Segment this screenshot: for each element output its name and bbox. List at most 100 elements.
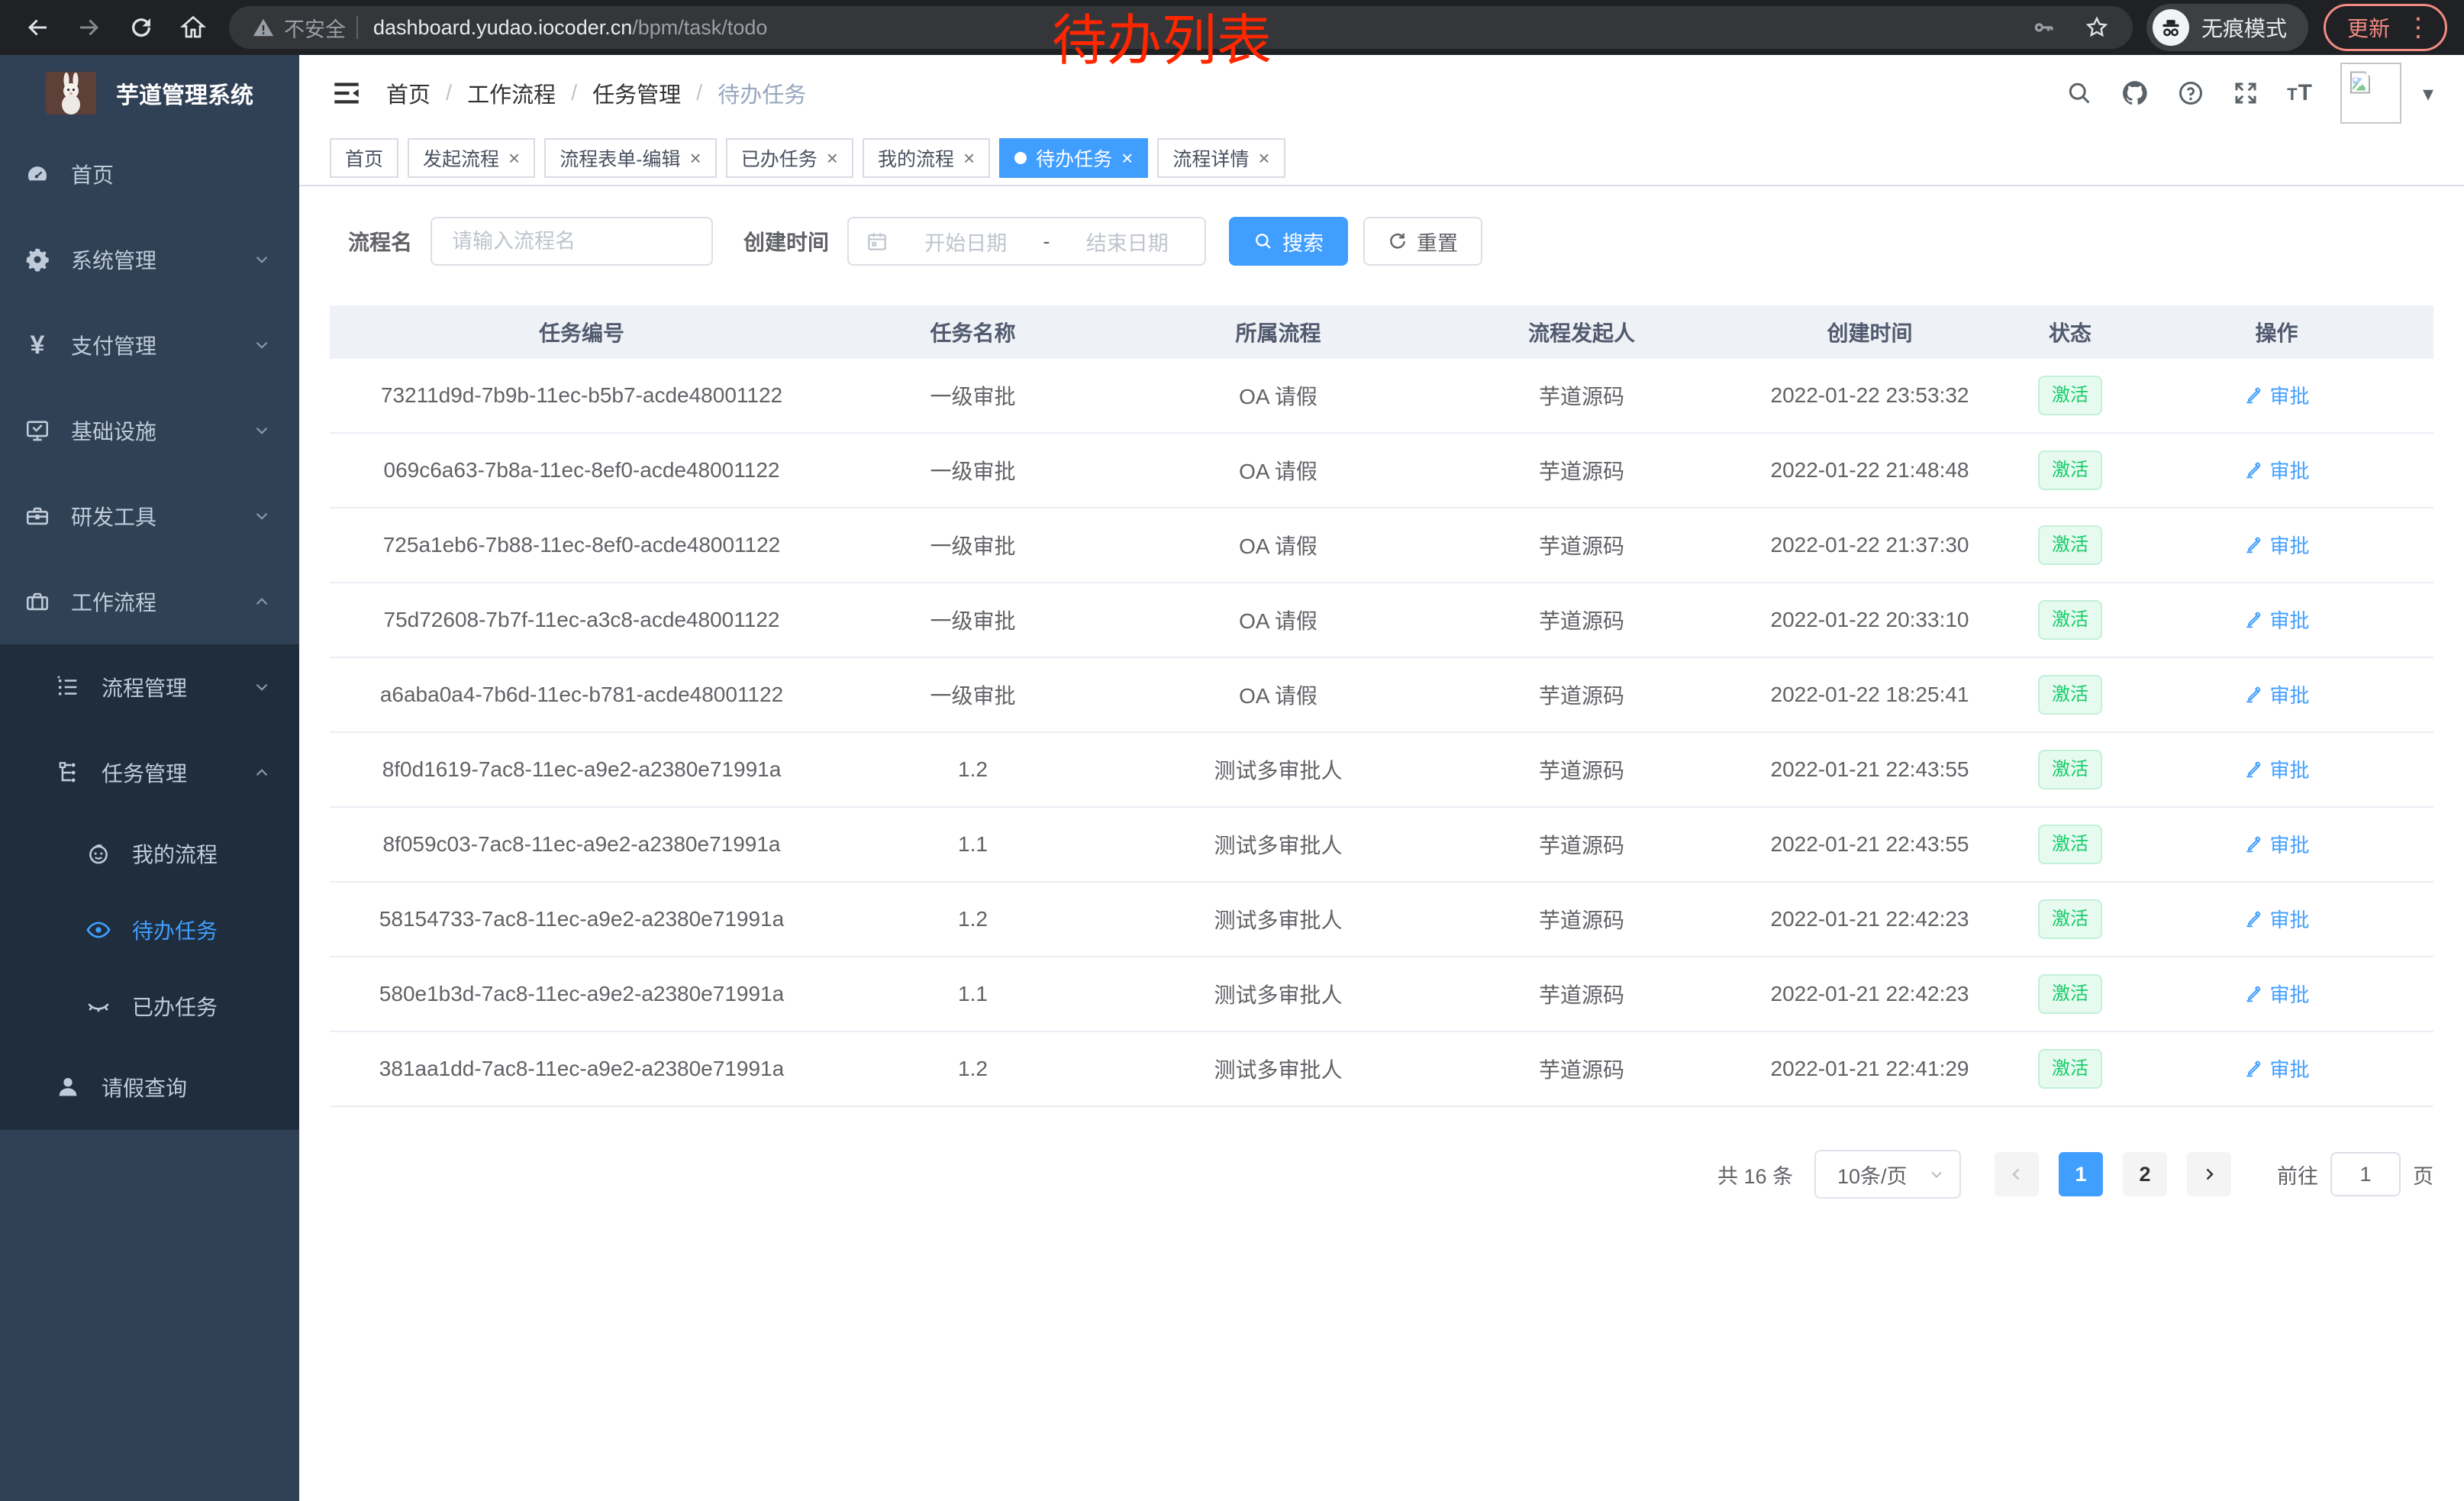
breadcrumb-task-management[interactable]: 任务管理	[592, 77, 681, 109]
next-page-button[interactable]	[2187, 1152, 2231, 1196]
cell-status: 激活	[2021, 675, 2120, 715]
github-icon[interactable]	[2121, 79, 2150, 108]
tab-start-process[interactable]: 发起流程×	[408, 138, 535, 178]
edit-pencil-icon	[2243, 759, 2263, 779]
chrome-update-button[interactable]: 更新 ⋮	[2324, 4, 2447, 51]
approve-link[interactable]: 审批	[2243, 680, 2309, 709]
tab-close-icon[interactable]: ×	[827, 148, 838, 168]
start-date-placeholder: 开始日期	[905, 227, 1027, 257]
key-icon[interactable]	[2032, 15, 2056, 40]
status-badge: 激活	[2038, 1049, 2102, 1089]
search-icon[interactable]	[2066, 79, 2093, 107]
page-button-1[interactable]: 1	[2059, 1152, 2103, 1196]
cell-task-name: 1.1	[834, 982, 1112, 1006]
approve-link[interactable]: 审批	[2243, 980, 2309, 1008]
date-range-picker[interactable]: 开始日期 - 结束日期	[847, 217, 1206, 266]
edit-pencil-icon	[2243, 534, 2263, 554]
sidebar-item-todo-tasks[interactable]: 待办任务	[0, 892, 299, 968]
edit-pencil-icon	[2243, 460, 2263, 479]
sidebar-collapse-icon[interactable]	[330, 76, 363, 110]
sidebar-item-my-process[interactable]: 我的流程	[0, 815, 299, 892]
browser-reload-icon[interactable]	[121, 7, 162, 48]
approve-link[interactable]: 审批	[2243, 605, 2309, 634]
tab-close-icon[interactable]: ×	[508, 148, 520, 168]
sidebar-item-process-management[interactable]: 流程管理	[0, 644, 299, 730]
dashboard-icon	[24, 160, 51, 188]
status-badge: 激活	[2038, 825, 2102, 864]
breadcrumb: 首页 / 工作流程 / 任务管理 / 待办任务	[386, 77, 806, 109]
cell-task-name: 1.2	[834, 757, 1112, 782]
cell-initiator: 芋道源码	[1444, 679, 1719, 710]
broken-image-icon	[2346, 69, 2374, 96]
goto-page-input[interactable]	[2330, 1152, 2401, 1196]
tab-close-icon[interactable]: ×	[963, 148, 975, 168]
tab-process-form-edit[interactable]: 流程表单-编辑×	[544, 138, 717, 178]
url-path: /bpm/task/todo	[632, 16, 767, 40]
sidebar-item-task-management[interactable]: 任务管理	[0, 730, 299, 815]
sidebar-item-done-tasks[interactable]: 已办任务	[0, 968, 299, 1044]
total-count: 共 16 条	[1717, 1160, 1793, 1190]
process-name-input[interactable]	[431, 217, 713, 266]
browser-back-icon[interactable]	[17, 7, 58, 48]
tab-todo-tasks[interactable]: 待办任务×	[999, 138, 1148, 178]
approve-link[interactable]: 审批	[2243, 531, 2309, 559]
tab-home[interactable]: 首页	[330, 138, 398, 178]
search-button[interactable]: 搜索	[1229, 217, 1348, 266]
font-size-icon[interactable]: TT	[2287, 80, 2313, 106]
cell-process: OA 请假	[1112, 455, 1444, 486]
approve-link[interactable]: 审批	[2243, 755, 2309, 783]
bookmark-star-icon[interactable]	[2084, 15, 2110, 40]
prev-page-button[interactable]	[1995, 1152, 2039, 1196]
approve-link[interactable]: 审批	[2243, 830, 2309, 858]
sidebar-item-home[interactable]: 首页	[0, 131, 299, 217]
sidebar-item-leave-query[interactable]: 请假查询	[0, 1044, 299, 1130]
goto-unit: 页	[2413, 1160, 2433, 1190]
sidebar-item-payment[interactable]: ¥ 支付管理	[0, 302, 299, 388]
url-host: dashboard.yudao.iocoder.cn	[373, 16, 632, 40]
cell-created: 2022-01-22 20:33:10	[1719, 608, 2021, 632]
browser-forward-icon[interactable]	[69, 7, 110, 48]
cell-task-id: 75d72608-7b7f-11ec-a3c8-acde48001122	[330, 608, 834, 632]
help-icon[interactable]	[2177, 79, 2204, 107]
approve-link[interactable]: 审批	[2243, 905, 2309, 933]
approve-link-label: 审批	[2269, 905, 2309, 933]
approve-link[interactable]: 审批	[2243, 1054, 2309, 1083]
tab-my-process[interactable]: 我的流程×	[863, 138, 990, 178]
cell-status: 激活	[2021, 525, 2120, 565]
cell-task-id: 725a1eb6-7b88-11ec-8ef0-acde48001122	[330, 533, 834, 557]
sidebar-item-workflow[interactable]: 工作流程	[0, 559, 299, 644]
sidebar-item-infrastructure[interactable]: 基础设施	[0, 388, 299, 473]
status-badge: 激活	[2038, 675, 2102, 715]
table-row: a6aba0a4-7b6d-11ec-b781-acde48001122 一级审…	[330, 658, 2433, 733]
sidebar-item-system[interactable]: 系统管理	[0, 217, 299, 302]
reset-button[interactable]: 重置	[1363, 217, 1482, 266]
approve-link[interactable]: 审批	[2243, 381, 2309, 409]
cell-created: 2022-01-21 22:42:23	[1719, 907, 2021, 931]
tab-process-detail[interactable]: 流程详情×	[1157, 138, 1285, 178]
list-tree-icon	[54, 673, 82, 701]
sidebar-item-devtools[interactable]: 研发工具	[0, 473, 299, 559]
avatar-dropdown-caret-icon[interactable]: ▾	[2423, 81, 2433, 106]
table-row: 75d72608-7b7f-11ec-a3c8-acde48001122 一级审…	[330, 583, 2433, 658]
browser-menu-dots-icon[interactable]: ⋮	[2405, 15, 2431, 40]
tab-close-icon[interactable]: ×	[1121, 148, 1133, 168]
create-time-label: 创建时间	[743, 226, 829, 257]
page-button-2[interactable]: 2	[2123, 1152, 2167, 1196]
page-size-select[interactable]: 10条/页	[1814, 1150, 1961, 1199]
sidebar-item-label: 支付管理	[71, 330, 156, 360]
cell-task-name: 一级审批	[834, 380, 1112, 411]
browser-home-icon[interactable]	[173, 7, 214, 48]
breadcrumb-workflow[interactable]: 工作流程	[467, 77, 556, 109]
cell-task-id: 73211d9d-7b9b-11ec-b5b7-acde48001122	[330, 383, 834, 408]
fullscreen-icon[interactable]	[2232, 79, 2259, 107]
approve-link[interactable]: 审批	[2243, 456, 2309, 484]
approve-link-label: 审批	[2269, 755, 2309, 783]
tab-close-icon[interactable]: ×	[690, 148, 701, 168]
security-chip-label[interactable]: 不安全	[284, 13, 346, 43]
tab-done-tasks[interactable]: 已办任务×	[726, 138, 853, 178]
tab-close-icon[interactable]: ×	[1258, 148, 1269, 168]
update-label[interactable]: 更新	[2347, 12, 2390, 43]
avatar[interactable]	[2340, 63, 2401, 124]
cell-initiator: 芋道源码	[1444, 979, 1719, 1009]
breadcrumb-home[interactable]: 首页	[386, 77, 431, 109]
